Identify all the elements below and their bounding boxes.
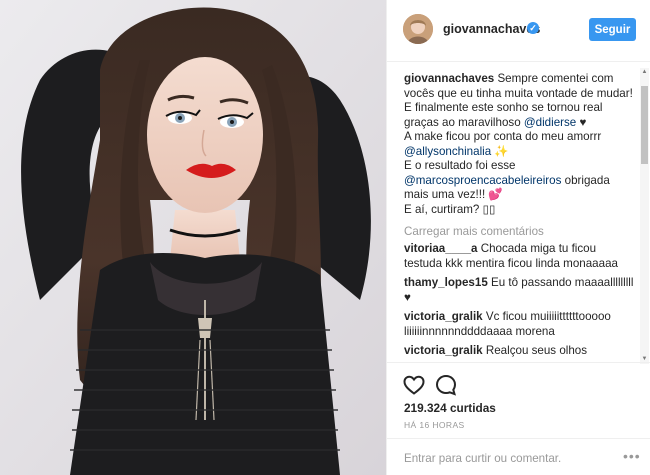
comment-username[interactable]: vitoriaa____a: [404, 242, 477, 255]
post-header: giovannachaves ✓ Seguir: [387, 0, 650, 62]
post-timestamp[interactable]: HÁ 16 HORAS: [404, 420, 465, 430]
load-more-comments-link[interactable]: Carregar mais comentários: [404, 225, 544, 238]
comment-username[interactable]: victoria_gralik: [404, 310, 483, 323]
post-caption: giovannachaves Sempre comentei com vocês…: [404, 72, 636, 217]
comment-username[interactable]: thamy_lopes15: [404, 276, 488, 289]
avatar-image: [403, 14, 433, 44]
comment-text: Realçou seus olhos: [485, 344, 588, 357]
likes-count[interactable]: 219.324 curtidas: [404, 401, 496, 415]
post-author-username[interactable]: giovannachaves: [443, 22, 540, 36]
caption-mention-didierse[interactable]: @didierse: [524, 116, 576, 129]
caption-username[interactable]: giovannachaves: [404, 72, 494, 85]
comments-scrollbar[interactable]: ▲ ▼: [640, 68, 649, 364]
likes-number: 219.324: [404, 401, 447, 415]
scroll-up-arrow-icon[interactable]: ▲: [640, 68, 649, 77]
post-actions: 219.324 curtidas HÁ 16 HORAS: [387, 362, 650, 437]
heart-emoji: ♥: [579, 115, 587, 129]
caption-text: E o resultado foi esse: [404, 159, 516, 172]
add-comment-input[interactable]: [404, 448, 604, 468]
comment-bubble-icon[interactable]: [434, 373, 458, 397]
likes-label: curtidas: [449, 401, 496, 415]
more-options-icon[interactable]: •••: [623, 449, 641, 463]
post-photo[interactable]: [0, 0, 386, 475]
caption-mention-allysonchinalia[interactable]: @allysonchinalia: [404, 145, 491, 158]
caption-mention-marcosproencacabeleireiros[interactable]: @marcosproencacabeleireiros: [404, 174, 561, 187]
two-hearts-emoji: 💕: [488, 188, 503, 201]
comment-item: thamy_lopes15 Eu tô passando maaaallllll…: [404, 276, 636, 305]
follow-button[interactable]: Seguir: [589, 18, 636, 41]
post-photo-illustration: [0, 0, 386, 475]
add-comment-section: •••: [387, 438, 650, 475]
comments-section[interactable]: giovannachaves Sempre comentei com vocês…: [387, 62, 650, 362]
heart-icon[interactable]: [402, 373, 426, 397]
sparkles-emoji: ✨: [494, 144, 509, 158]
avatar[interactable]: [403, 14, 433, 44]
caption-text: A make ficou por conta do meu amorrr: [404, 130, 602, 143]
comment-item: victoria_gralik Realçou seus olhos: [404, 344, 636, 359]
caption-text: E aí, curtiram? ▯▯: [404, 202, 496, 216]
verified-badge-icon: ✓: [527, 22, 539, 34]
comment-item: victoria_gralik Vc ficou muiiiiittttttoo…: [404, 310, 636, 339]
scrollbar-thumb[interactable]: [641, 86, 648, 164]
comment-username[interactable]: victoria_gralik: [404, 344, 483, 357]
post-side-panel: giovannachaves ✓ Seguir giovannachaves S…: [386, 0, 650, 475]
comment-item: vitoriaa____a Chocada miga tu ficou test…: [404, 242, 636, 271]
